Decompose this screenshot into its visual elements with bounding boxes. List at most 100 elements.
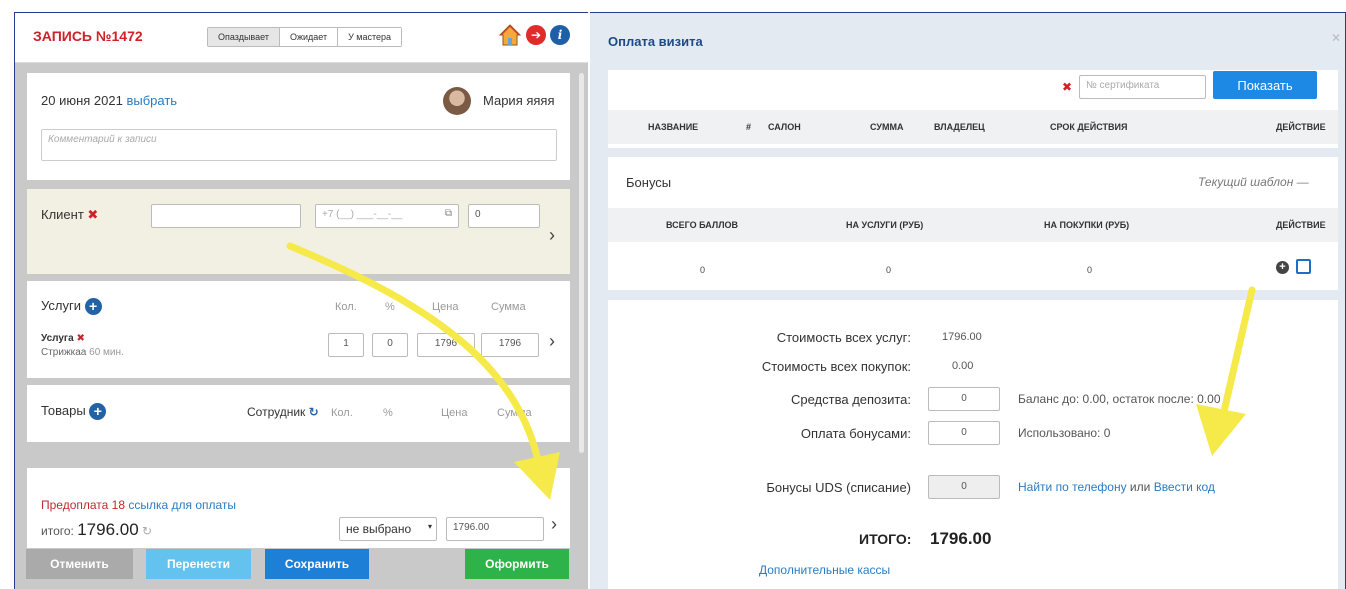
th-total-points: ВСЕГО БАЛЛОВ xyxy=(666,220,739,230)
goods-col-price: Цена xyxy=(441,407,468,419)
employee-label: Сотрудник xyxy=(247,405,306,419)
find-by-phone-link[interactable]: Найти по телефону xyxy=(1018,480,1127,494)
add-goods-icon[interactable]: + xyxy=(89,403,107,421)
goods-col-percent: % xyxy=(383,407,393,419)
client-name-input[interactable] xyxy=(151,204,301,228)
th-name: НАЗВАНИЕ xyxy=(648,122,699,132)
record-title: ЗАПИСЬ №1472 xyxy=(33,28,143,44)
services-cost-value: 1796.00 xyxy=(942,331,982,343)
total-chevron-icon[interactable]: › xyxy=(551,514,557,535)
payment-type-select[interactable]: не выбрано ▾ xyxy=(339,517,437,541)
client-label: Клиент ✖ xyxy=(41,207,98,223)
col-percent: % xyxy=(385,301,395,313)
employee-header: Сотрудник ↻ xyxy=(247,405,319,419)
show-button[interactable]: Показать xyxy=(1213,71,1317,99)
service-detail: Стрижкаа 60 мин. xyxy=(41,347,124,358)
th-validity: СРОК ДЕЙСТВИЯ xyxy=(1050,122,1128,132)
uds-label: Бонусы UDS (списание) xyxy=(766,480,911,495)
add-bonus-icon[interactable]: + xyxy=(1276,261,1289,274)
comment-field[interactable]: Комментарий к записи xyxy=(41,129,557,161)
client-number-input[interactable]: 0 xyxy=(468,204,540,228)
th-number: # xyxy=(746,122,752,132)
service-detail-text: Стрижкаа xyxy=(41,347,87,358)
col-sum: Сумма xyxy=(491,301,526,313)
th-on-purchases: НА ПОКУПКИ (РУБ) xyxy=(1044,220,1130,230)
goods-col-qty: Кол. xyxy=(331,407,353,419)
move-button[interactable]: Перенести xyxy=(146,549,251,579)
bonus-checkbox[interactable] xyxy=(1296,259,1311,274)
goods-cost-label: Стоимость всех покупок: xyxy=(761,359,911,374)
scrollbar[interactable] xyxy=(579,73,584,453)
cancel-button[interactable]: Отменить xyxy=(26,549,133,579)
service-name-text: Услуга xyxy=(41,333,74,344)
goods-card: Товары + Сотрудник ↻ Кол. % Цена Сумма xyxy=(27,385,570,442)
master-name[interactable]: Мария яяяя xyxy=(483,93,555,108)
extra-cash-link[interactable]: Дополнительные кассы xyxy=(759,563,890,577)
th-owner: ВЛАДЕЛЕЦ xyxy=(934,122,985,132)
add-service-icon[interactable]: + xyxy=(84,298,102,316)
alert-icon[interactable]: ➔ xyxy=(526,25,546,45)
service-sum-input[interactable]: 1796 xyxy=(481,333,539,357)
checkout-button[interactable]: Оформить xyxy=(465,549,569,579)
services-cost-label: Стоимость всех услуг: xyxy=(776,330,911,345)
total-line: итого: 1796.00 ↻ xyxy=(41,520,152,540)
deposit-input[interactable]: 0 xyxy=(928,387,1000,411)
phone-input[interactable]: +7 (__) ___-__-__ ⧉ xyxy=(315,204,459,228)
recalc-icon[interactable]: ↻ xyxy=(142,524,152,538)
service-qty-input[interactable]: 1 xyxy=(328,333,364,357)
total-label: итого: xyxy=(41,524,74,538)
status-switch: Опаздывает Ожидает У мастера xyxy=(207,27,403,47)
total-card: Предоплата 18 ссылка для оплаты итого: 1… xyxy=(27,468,570,548)
th-sum: СУММА xyxy=(870,122,904,132)
service-chevron-icon[interactable]: › xyxy=(549,331,555,352)
home-icon[interactable] xyxy=(498,23,522,47)
info-icon[interactable]: i xyxy=(550,25,570,45)
prepay-line: Предоплата 18 ссылка для оплаты xyxy=(41,498,236,512)
bonus-title: Бонусы xyxy=(626,175,672,190)
certificate-section: ✖ № сертификата Показать НАЗВАНИЕ # САЛО… xyxy=(608,70,1338,148)
certificate-input[interactable]: № сертификата xyxy=(1079,75,1206,99)
status-at-master[interactable]: У мастера xyxy=(338,28,402,46)
prepay-label: Предоплата 18 xyxy=(41,498,126,512)
goods-col-sum: Сумма xyxy=(497,407,532,419)
enter-code-link[interactable]: Ввести код xyxy=(1154,480,1215,494)
service-percent-input[interactable]: 0 xyxy=(372,333,408,357)
deposit-label: Средства депозита: xyxy=(790,392,911,407)
phone-placeholder: +7 (__) ___-__-__ xyxy=(322,209,403,220)
dropdown-arrow-icon: ▾ xyxy=(427,522,432,531)
status-waiting[interactable]: Ожидает xyxy=(279,28,339,46)
bonus-pay-label: Оплата бонусами: xyxy=(800,426,911,441)
bonus-services: 0 xyxy=(886,265,892,275)
col-qty: Кол. xyxy=(335,301,357,313)
payment-link[interactable]: ссылка для оплаты xyxy=(128,498,236,512)
uds-actions: Найти по телефону или Ввести код xyxy=(1018,480,1215,494)
clear-cert-icon[interactable]: ✖ xyxy=(1062,80,1072,94)
bonus-used: Использовано: 0 xyxy=(1018,426,1111,440)
payment-panel: Оплата визита ✕ ✖ № сертификата Показать… xyxy=(590,12,1346,589)
template-toggle[interactable]: Текущий шаблон — xyxy=(1198,175,1309,189)
deposit-note: Баланс до: 0.00, остаток после: 0.00 xyxy=(1018,392,1221,406)
client-card: Клиент ✖ +7 (__) ___-__-__ ⧉ 0 › xyxy=(27,189,570,274)
payment-title: Оплата визита xyxy=(608,34,703,49)
bonus-total: 0 xyxy=(700,265,706,275)
services-label: Услуги xyxy=(41,298,81,313)
status-late[interactable]: Опаздывает xyxy=(208,28,280,46)
payment-total-label: ИТОГО: xyxy=(859,531,912,547)
copy-icon[interactable]: ⧉ xyxy=(445,208,452,219)
close-icon[interactable]: ✕ xyxy=(1331,31,1341,45)
remove-client-icon[interactable]: ✖ xyxy=(87,207,98,222)
uds-or: или xyxy=(1129,480,1151,494)
uds-input[interactable]: 0 xyxy=(928,475,1000,499)
chevron-right-icon[interactable]: › xyxy=(549,225,555,246)
remove-service-icon[interactable]: ✖ xyxy=(76,333,84,344)
service-price-input[interactable]: 1796 xyxy=(417,333,475,357)
save-button[interactable]: Сохранить xyxy=(265,549,369,579)
avatar xyxy=(443,87,471,115)
choose-date-link[interactable]: выбрать xyxy=(126,93,177,108)
goods-label: Товары xyxy=(41,403,86,418)
record-date: 20 июня 2021 выбрать xyxy=(41,93,177,108)
payment-amount-input[interactable]: 1796.00 xyxy=(446,517,544,541)
bonus-pay-input[interactable]: 0 xyxy=(928,421,1000,445)
refresh-icon[interactable]: ↻ xyxy=(309,405,319,419)
payment-summary: Стоимость всех услуг: 1796.00 Стоимость … xyxy=(608,300,1338,589)
